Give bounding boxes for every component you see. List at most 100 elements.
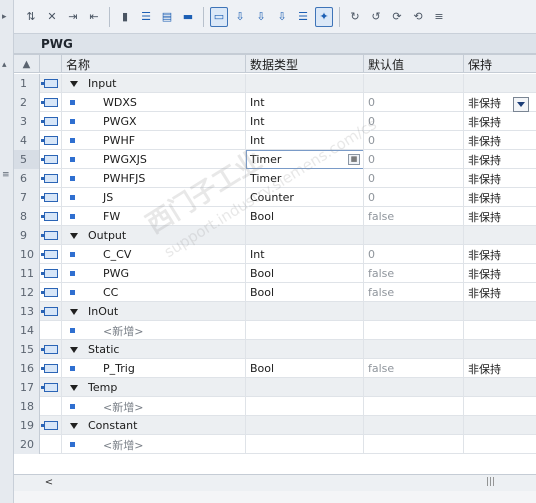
name-cell[interactable]: Static — [62, 340, 246, 359]
outdent-icon[interactable]: ⇤ — [85, 7, 103, 27]
header-type[interactable]: 数据类型 — [246, 55, 364, 73]
table-row[interactable]: 15 Static — [14, 340, 536, 359]
default-value-cell[interactable] — [364, 378, 464, 397]
name-cell[interactable]: PWG — [62, 264, 246, 283]
retain-cell[interactable] — [464, 397, 536, 416]
name-cell[interactable]: Output — [62, 226, 246, 245]
name-cell[interactable]: C_CV — [62, 245, 246, 264]
datatype-cell[interactable] — [246, 302, 364, 321]
name-cell[interactable]: <新增> — [62, 321, 246, 340]
retain-cell[interactable]: 非保持 — [464, 359, 536, 378]
expand-triangle-icon[interactable] — [70, 384, 78, 391]
default-value-cell[interactable] — [364, 435, 464, 454]
table-row[interactable]: 16 P_Trig Bool false 非保持 — [14, 359, 536, 378]
retain-cell[interactable] — [464, 302, 536, 321]
indent-icon[interactable]: ⇥ — [64, 7, 82, 27]
row-number[interactable]: 1 — [14, 74, 40, 93]
default-value-cell[interactable]: 0 — [364, 188, 464, 207]
download-2-icon[interactable]: ⇩ — [252, 7, 270, 27]
default-value-cell[interactable] — [364, 321, 464, 340]
scroll-grip-icon[interactable]: ||| — [486, 477, 495, 487]
row-number[interactable]: 17 — [14, 378, 40, 397]
datatype-cell[interactable] — [246, 226, 364, 245]
table-row[interactable]: 12 CC Bool false 非保持 — [14, 283, 536, 302]
default-value-cell[interactable]: 0 — [364, 112, 464, 131]
sort-up-icon[interactable]: ▲ — [14, 55, 40, 73]
datatype-cell[interactable] — [246, 340, 364, 359]
name-cell[interactable]: InOut — [62, 302, 246, 321]
name-cell[interactable]: <新增> — [62, 397, 246, 416]
row-number[interactable]: 3 — [14, 112, 40, 131]
table-row[interactable]: 18 <新增> — [14, 397, 536, 416]
row-number[interactable]: 2 — [14, 93, 40, 112]
retain-cell[interactable] — [464, 416, 536, 435]
default-value-cell[interactable]: 0 — [364, 131, 464, 150]
table-row[interactable]: 19 Constant — [14, 416, 536, 435]
row-number[interactable]: 7 — [14, 188, 40, 207]
default-value-cell[interactable] — [364, 416, 464, 435]
datatype-cell[interactable]: Counter — [246, 188, 364, 207]
default-value-cell[interactable]: 0 — [364, 169, 464, 188]
scroll-up-arrow-icon[interactable]: ▴ — [2, 60, 7, 70]
table-row[interactable]: 5 PWGXJS Timer ▦ 0 非保持 — [14, 150, 536, 169]
header-default[interactable]: 默认值 — [364, 55, 464, 73]
default-value-cell[interactable]: false — [364, 359, 464, 378]
row-number[interactable]: 13 — [14, 302, 40, 321]
table-row[interactable]: 20 <新增> — [14, 435, 536, 454]
table-row[interactable]: 17 Temp — [14, 378, 536, 397]
default-value-cell[interactable] — [364, 397, 464, 416]
list-icon[interactable]: ☰ — [294, 7, 312, 27]
datatype-cell[interactable]: Bool — [246, 207, 364, 226]
table-row[interactable]: 4 PWHF Int 0 非保持 — [14, 131, 536, 150]
retain-dropdown-button[interactable] — [513, 97, 529, 112]
datatype-cell[interactable]: Bool — [246, 264, 364, 283]
table-row[interactable]: 9 Output — [14, 226, 536, 245]
datatype-cell[interactable] — [246, 397, 364, 416]
download-1-icon[interactable]: ⇩ — [231, 7, 249, 27]
expand-triangle-icon[interactable] — [70, 308, 78, 315]
retain-cell[interactable]: 非保持 — [464, 188, 536, 207]
datatype-cell[interactable] — [246, 321, 364, 340]
row-number[interactable]: 6 — [14, 169, 40, 188]
table-row[interactable]: 6 PWHFJS Timer 0 非保持 — [14, 169, 536, 188]
default-value-cell[interactable]: 0 — [364, 245, 464, 264]
expand-triangle-icon[interactable] — [70, 422, 78, 429]
expand-triangle-icon[interactable] — [70, 232, 78, 239]
monitor-icon[interactable]: ▮ — [116, 7, 134, 27]
retain-cell[interactable] — [464, 321, 536, 340]
header-retain[interactable]: 保持 — [464, 55, 536, 73]
refresh-4-icon[interactable]: ⟲ — [409, 7, 427, 27]
expand-triangle-icon[interactable] — [70, 346, 78, 353]
datatype-cell[interactable]: Bool — [246, 359, 364, 378]
retain-cell[interactable]: 非保持 — [464, 283, 536, 302]
collapse-arrow-icon[interactable]: ▸ — [2, 12, 7, 22]
table-row[interactable]: 14 <新增> — [14, 321, 536, 340]
table-row[interactable]: 7 JS Counter 0 非保持 — [14, 188, 536, 207]
table-row[interactable]: 2 WDXS Int 0 非保持 — [14, 93, 536, 112]
type-picker-icon[interactable]: ▦ — [348, 154, 360, 165]
name-cell[interactable]: JS — [62, 188, 246, 207]
download-3-icon[interactable]: ⇩ — [273, 7, 291, 27]
row-number[interactable]: 19 — [14, 416, 40, 435]
datatype-cell[interactable]: Int — [246, 245, 364, 264]
retain-cell[interactable]: 非保持 — [464, 169, 536, 188]
splitter-grip-icon[interactable]: ≡ — [2, 170, 10, 180]
retain-cell[interactable]: 非保持 — [464, 264, 536, 283]
horizontal-scrollbar[interactable]: < ||| — [14, 474, 536, 491]
default-value-cell[interactable] — [364, 340, 464, 359]
row-number[interactable]: 18 — [14, 397, 40, 416]
retain-cell[interactable]: 非保持 — [464, 150, 536, 169]
delete-row-icon[interactable]: ✕ — [43, 7, 61, 27]
retain-cell[interactable]: 非保持 — [464, 207, 536, 226]
table-row[interactable]: 3 PWGX Int 0 非保持 — [14, 112, 536, 131]
table-row[interactable]: 13 InOut — [14, 302, 536, 321]
retain-cell[interactable] — [464, 226, 536, 245]
name-cell[interactable]: <新增> — [62, 435, 246, 454]
row-number[interactable]: 5 — [14, 150, 40, 169]
datatype-cell[interactable] — [246, 74, 364, 93]
datatype-cell[interactable]: Timer ▦ — [246, 150, 364, 169]
name-cell[interactable]: P_Trig — [62, 359, 246, 378]
default-value-cell[interactable]: false — [364, 207, 464, 226]
row-number[interactable]: 9 — [14, 226, 40, 245]
datatype-cell[interactable] — [246, 378, 364, 397]
